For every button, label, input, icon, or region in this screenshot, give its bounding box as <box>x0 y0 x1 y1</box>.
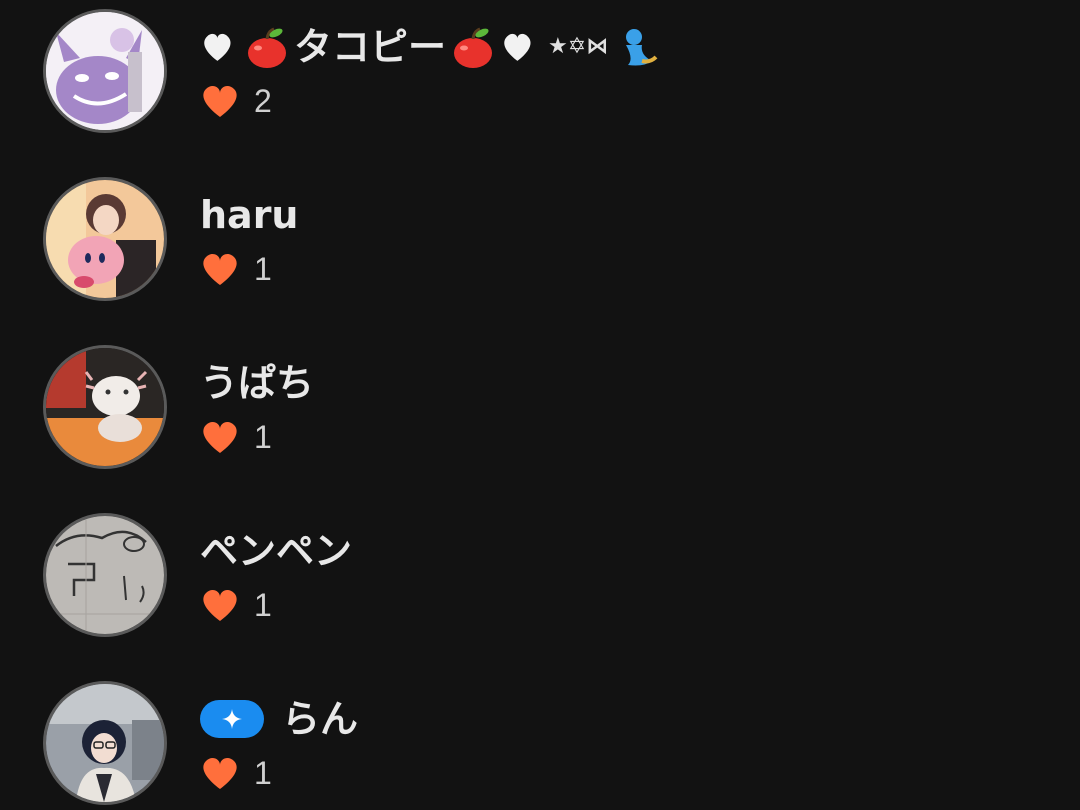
user-name-text: タコピー <box>294 25 447 69</box>
like-count: 1 <box>200 417 272 457</box>
list-item[interactable]: らん 1 <box>0 681 1080 810</box>
user-name: うぱち <box>200 361 315 405</box>
avatar-image <box>46 180 164 298</box>
avatar-image <box>46 12 164 130</box>
user-name: らん <box>200 695 358 743</box>
genie-icon <box>626 29 658 66</box>
user-name: タコピー ★✡⋈ <box>200 23 662 71</box>
name-symbols: ★✡⋈ <box>548 34 609 59</box>
orange-heart-icon <box>203 758 237 789</box>
like-count: 1 <box>200 585 272 625</box>
list-item[interactable]: うぱち 1 <box>0 345 1080 513</box>
avatar[interactable] <box>43 177 167 301</box>
sparkle-icon <box>222 709 242 729</box>
avatar[interactable] <box>43 513 167 637</box>
like-count-value: 2 <box>254 82 272 119</box>
user-name: haru <box>200 193 299 237</box>
avatar[interactable] <box>43 681 167 805</box>
orange-heart-icon <box>203 86 237 117</box>
apple-icon <box>454 27 493 68</box>
list-item[interactable]: ペンペン 1 <box>0 513 1080 681</box>
like-count: 1 <box>200 753 272 793</box>
list-item[interactable]: haru 1 <box>0 177 1080 345</box>
orange-heart-icon <box>203 254 237 285</box>
orange-heart-icon <box>203 590 237 621</box>
badge <box>200 700 264 738</box>
list-item[interactable]: タコピー ★✡⋈ 2 <box>0 9 1080 177</box>
avatar[interactable] <box>43 345 167 469</box>
user-name-text: らん <box>282 697 359 741</box>
user-list: タコピー ★✡⋈ 2 haru 1 うぱち 1 ペンペン 1 らん 1 <box>0 0 1080 810</box>
like-count-value: 1 <box>254 250 272 287</box>
like-count: 1 <box>200 249 272 289</box>
like-count-value: 1 <box>254 586 272 623</box>
like-count-value: 1 <box>254 418 272 455</box>
white-heart-icon <box>204 33 231 61</box>
orange-heart-icon <box>203 422 237 453</box>
user-name: ペンペン <box>200 529 353 573</box>
white-heart-icon <box>504 33 531 61</box>
avatar-image <box>46 516 164 634</box>
apple-icon <box>248 27 286 68</box>
like-count: 2 <box>200 81 272 121</box>
avatar-image <box>46 348 164 466</box>
avatar[interactable] <box>43 9 167 133</box>
avatar-image <box>46 684 164 802</box>
like-count-value: 1 <box>254 754 272 791</box>
